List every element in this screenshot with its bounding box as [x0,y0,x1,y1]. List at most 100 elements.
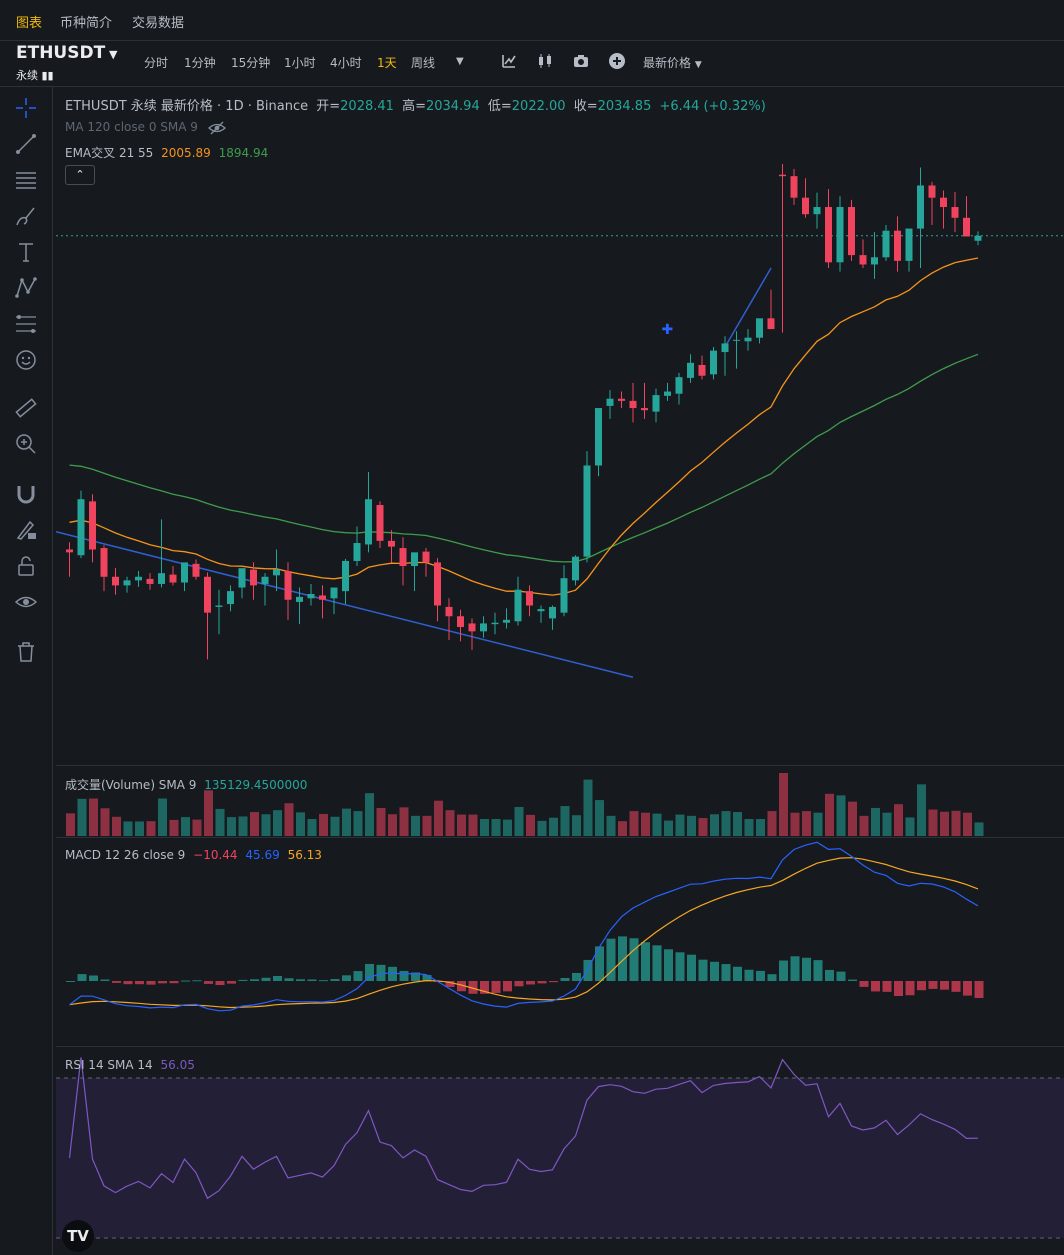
symbol-subtitle: 永续 ▮▮ [16,69,54,82]
timeframe-15m[interactable]: 15分钟 [231,54,270,71]
candle [882,224,890,261]
volume-bar [330,816,340,836]
candle [100,545,108,592]
rsi-legend[interactable]: RSI 14 SMA 14 56.05 [65,1058,195,1072]
zoom-in-icon[interactable] [14,432,38,456]
volume-bar [871,807,880,836]
indicators-icon[interactable] [500,52,518,70]
candle-body [928,185,936,198]
ma-legend[interactable]: MA 120 close 0 SMA 9 [65,120,226,135]
timeframe-4h[interactable]: 4小时 [330,54,362,71]
volume-bar [215,808,225,836]
macd-histogram-bar [675,952,685,981]
horizontal-lines-icon[interactable] [14,168,38,192]
magnet-icon[interactable] [14,482,38,506]
candle [963,196,970,237]
symbol-dropdown-icon[interactable]: ▼ [109,48,117,61]
volume-bar [560,806,570,836]
lock-draw-icon[interactable] [14,518,38,542]
pane-divider[interactable] [56,765,1064,766]
candle [595,408,602,477]
price-chart[interactable]: ✚ [56,86,1064,1255]
text-icon[interactable] [14,240,38,264]
candle-body [158,573,165,584]
candle-body [537,609,545,612]
timeframe-more-icon[interactable]: ▼ [456,56,464,67]
volume-legend[interactable]: 成交量(Volume) SMA 9 135129.4500000 [65,776,307,793]
candle [744,329,752,351]
emoji-icon[interactable] [14,348,38,372]
volume-bar [836,795,846,836]
timeframe-week[interactable]: 周线 [411,54,435,71]
candle [917,167,924,269]
macd-legend[interactable]: MACD 12 26 close 9 −10.44 45.69 56.13 [65,848,322,862]
candle [687,354,694,383]
candle-body [66,549,73,553]
pane-divider[interactable] [56,1046,1064,1047]
macd-histogram-bar [307,979,317,981]
volume-bar [181,817,190,836]
candle-body [123,580,131,586]
timeframe-1m[interactable]: 1分钟 [184,54,216,71]
candle-body [100,548,108,577]
add-icon[interactable] [608,52,626,70]
candle-body [238,568,246,588]
candle-body [848,207,855,256]
volume-bar [940,811,949,836]
candle [664,382,671,401]
volume-bar [411,815,420,836]
camera-icon[interactable] [572,52,590,70]
volume-bar [388,814,397,836]
pane-divider[interactable] [56,837,1064,838]
eye-icon[interactable] [14,590,38,614]
volume-bar [192,819,202,836]
price-type-selector[interactable]: 最新价格 ▼ [643,54,702,71]
macd-histogram-bar [710,961,719,981]
brush-icon[interactable] [14,204,38,228]
candle-body [491,622,499,625]
candle-body [411,552,418,566]
macd-histogram-bar [779,960,788,981]
candle [411,552,418,592]
candle-body [77,499,85,556]
crosshair-icon[interactable] [14,96,38,120]
pattern-icon[interactable] [14,276,38,300]
chart-type-icon[interactable] [536,52,554,70]
candle [376,501,384,549]
ema-legend[interactable]: EMA交叉 21 55 2005.89 1894.94 [65,144,268,161]
volume-bar [399,807,409,836]
candle-body [146,578,154,584]
macd-histogram-bar [848,979,857,981]
candle [836,196,844,272]
ruler-icon[interactable] [14,396,38,420]
timeframe-time[interactable]: 分时 [144,54,168,71]
candle [77,490,85,559]
symbol-name[interactable]: ETHUSDT [16,43,105,63]
candle-body [376,504,384,541]
candle-body [560,578,568,613]
candle-body [641,408,648,411]
macd-histogram-bar [330,979,340,981]
trendline-icon[interactable] [14,132,38,156]
fib-icon[interactable] [14,312,38,336]
tab-chart[interactable]: 图表 [16,12,42,31]
timeframe-1h[interactable]: 1小时 [284,54,316,71]
tradingview-logo-icon[interactable]: TV [62,1220,94,1252]
volume-bar [537,820,547,836]
lock-icon[interactable] [14,554,38,578]
candle-body [468,623,476,632]
macd-histogram-bar [365,963,374,981]
trash-icon[interactable] [14,640,38,664]
candle [388,530,395,563]
collapse-legend-button[interactable]: ⌃ [65,165,95,185]
volume-bar [572,815,581,836]
macd-histogram-bar [756,970,765,981]
macd-histogram-bar [859,981,869,987]
volume-bar [698,818,708,836]
timeframe-1d[interactable]: 1天 [377,54,397,71]
tab-coin-info[interactable]: 币种简介 [60,12,112,31]
macd-histogram-bar [273,975,282,981]
tab-trading-data[interactable]: 交易数据 [132,12,184,31]
candle [951,191,959,233]
hidden-eye-icon[interactable] [207,121,226,135]
